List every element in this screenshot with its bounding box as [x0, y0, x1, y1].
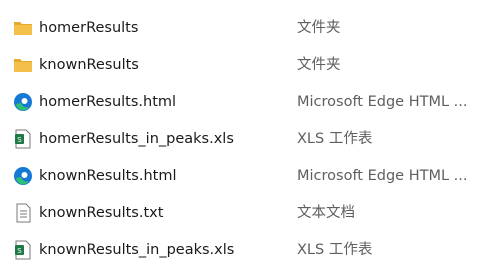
file-type: Microsoft Edge HTML ... — [297, 168, 468, 184]
file-type: XLS 工作表 — [297, 242, 373, 258]
file-type: Microsoft Edge HTML ... — [297, 94, 468, 110]
file-name: knownResults — [39, 57, 139, 73]
folder-icon — [12, 54, 34, 76]
spreadsheet-icon: S — [12, 128, 34, 150]
folder-icon — [12, 17, 34, 39]
file-name: homerResults_in_peaks.xls — [39, 131, 234, 147]
text-file-icon — [12, 202, 34, 224]
file-row-knownresults-html[interactable]: knownResults.html Microsoft Edge HTML ..… — [0, 157, 504, 194]
svg-text:S: S — [17, 247, 22, 255]
file-list: homerResults 文件夹 knownResults 文件夹 homerR… — [0, 9, 504, 268]
file-row-homerresults-in-peaks-xls[interactable]: S homerResults_in_peaks.xls XLS 工作表 — [0, 120, 504, 157]
edge-icon — [12, 91, 34, 113]
file-type: 文件夹 — [297, 20, 341, 36]
file-type: 文件夹 — [297, 57, 341, 73]
file-name: homerResults.html — [39, 94, 177, 110]
spreadsheet-icon: S — [12, 239, 34, 261]
file-row-knownresults-txt[interactable]: knownResults.txt 文本文档 — [0, 194, 504, 231]
file-name: knownResults_in_peaks.xls — [39, 242, 235, 258]
file-row-homerresults[interactable]: homerResults 文件夹 — [0, 9, 504, 46]
file-row-knownresults[interactable]: knownResults 文件夹 — [0, 46, 504, 83]
file-name: knownResults.html — [39, 168, 177, 184]
file-name: knownResults.txt — [39, 205, 164, 221]
edge-icon — [12, 165, 34, 187]
file-type: 文本文档 — [297, 205, 355, 221]
file-row-homerresults-html[interactable]: homerResults.html Microsoft Edge HTML ..… — [0, 83, 504, 120]
file-name: homerResults — [39, 20, 139, 36]
svg-text:S: S — [17, 136, 22, 144]
file-row-knownresults-in-peaks-xls[interactable]: S knownResults_in_peaks.xls XLS 工作表 — [0, 231, 504, 268]
file-type: XLS 工作表 — [297, 131, 373, 147]
